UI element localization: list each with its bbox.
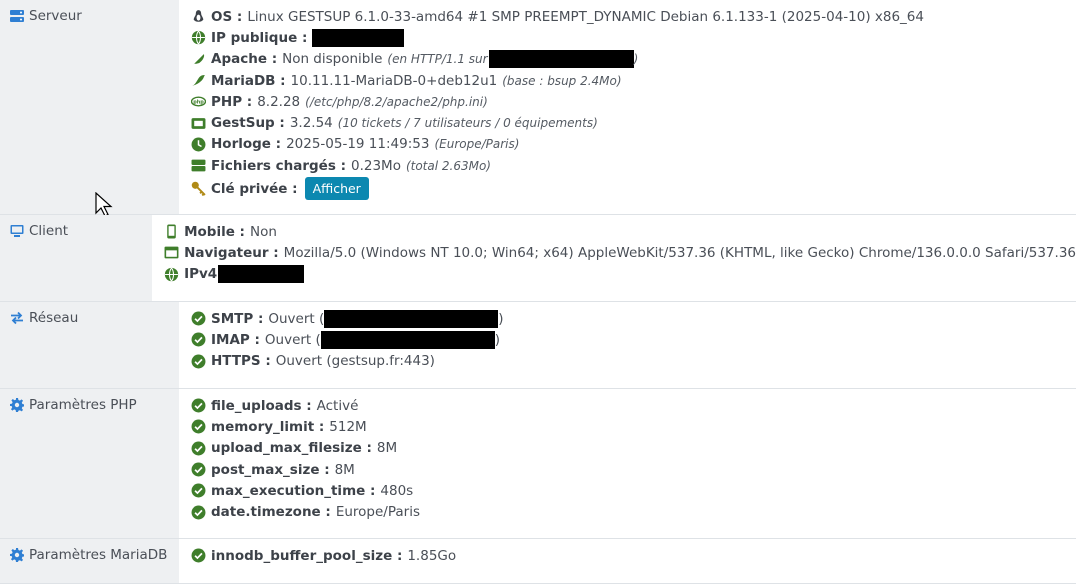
gear-icon — [10, 548, 24, 562]
info-horloge: Horloge : 2025-05-19 11:49:53 (Europe/Pa… — [191, 134, 1076, 155]
php-param-item: upload_max_filesize : 8M — [191, 438, 1076, 459]
clock-icon — [191, 137, 206, 152]
storage-icon — [191, 159, 206, 172]
php-param-item: date.timezone : Europe/Paris — [191, 501, 1076, 522]
check-circle-icon — [191, 483, 206, 498]
check-circle-icon — [191, 548, 206, 563]
section-title: Client — [29, 223, 69, 239]
redacted-ip — [312, 28, 405, 47]
section-title: Paramètres PHP — [29, 397, 137, 413]
php-param-item: file_uploads : Activé — [191, 395, 1076, 416]
section-serveur: Serveur OS : Linux GESTSUP 6.1.0-33-amd6… — [0, 0, 1076, 217]
check-circle-icon — [191, 398, 206, 413]
redacted-imap-host — [320, 330, 495, 349]
info-gestsup: GestSup : 3.2.54 (10 tickets / 7 utilisa… — [191, 112, 1076, 133]
section-label-serveur: Serveur — [0, 0, 179, 214]
php-param-item: max_execution_time : 480s — [191, 480, 1076, 501]
section-title: Réseau — [29, 310, 79, 326]
monitor-icon — [10, 225, 24, 237]
section-label-reseau: Réseau — [0, 302, 179, 388]
ticket-icon — [191, 117, 206, 129]
check-circle-icon — [191, 332, 206, 347]
section-label-mariadb: Paramètres MariaDB — [0, 539, 179, 583]
section-label-client: Client — [0, 215, 153, 301]
globe-icon — [191, 31, 206, 45]
info-navigateur: Navigateur : Mozilla/5.0 (Windows NT 10.… — [164, 242, 1076, 263]
info-mariadb: MariaDB : 10.11.11-MariaDB-0+deb12u1 (ba… — [191, 70, 1076, 91]
redacted-smtp-host — [324, 309, 499, 328]
check-circle-icon — [191, 311, 206, 326]
section-client: Client Mobile : Non Navigateur : Mozilla… — [0, 215, 1076, 302]
info-ipv4: IPv4 — [164, 264, 1076, 285]
info-cle-privee: Clé privée : Afficher — [191, 176, 1076, 201]
server-icon — [10, 10, 24, 22]
redacted-host — [488, 50, 634, 69]
info-https: HTTPS : Ouvert (gestsup.fr:443) — [191, 351, 1076, 372]
redacted-ipv4 — [218, 265, 305, 284]
php-param-item: post_max_size : 8M — [191, 459, 1076, 480]
check-circle-icon — [191, 441, 206, 456]
check-circle-icon — [191, 462, 206, 477]
globe-icon — [164, 267, 179, 282]
section-parametres-php: Paramètres PHP file_uploads : Activé mem… — [0, 389, 1076, 539]
section-title: Serveur — [29, 8, 82, 24]
linux-icon — [193, 10, 204, 22]
php-param-item: memory_limit : 512M — [191, 416, 1076, 437]
gear-icon — [10, 398, 24, 412]
info-ip-publique: IP publique : — [191, 27, 1076, 48]
section-title: Paramètres MariaDB — [29, 547, 168, 563]
info-smtp: SMTP : Ouvert () — [191, 308, 1076, 329]
check-circle-icon — [191, 505, 206, 520]
check-circle-icon — [191, 354, 206, 369]
exchange-arrows-icon — [11, 311, 23, 325]
mariadb-seal-icon — [192, 75, 205, 86]
browser-window-icon — [164, 247, 179, 259]
key-icon — [191, 182, 206, 197]
info-php: php PHP : 8.2.28 (/etc/php/8.2/apache2/p… — [191, 91, 1076, 112]
check-circle-icon — [191, 419, 206, 434]
section-reseau: Réseau SMTP : Ouvert () IMAP : Ouvert ()… — [0, 302, 1076, 389]
feather-icon — [192, 53, 205, 66]
info-imap: IMAP : Ouvert () — [191, 329, 1076, 350]
show-private-key-button[interactable]: Afficher — [304, 177, 369, 201]
svg-text:php: php — [193, 100, 204, 106]
info-os: OS : Linux GESTSUP 6.1.0-33-amd64 #1 SMP… — [191, 6, 1076, 27]
info-apache: Apache : Non disponible (en HTTP/1.1 sur… — [191, 49, 1076, 70]
section-label-php: Paramètres PHP — [0, 389, 179, 538]
php-icon: php — [191, 96, 206, 107]
mariadb-param-item: innodb_buffer_pool_size : 1.85Go — [191, 545, 1076, 566]
section-parametres-mariadb: Paramètres MariaDB innodb_buffer_pool_si… — [0, 539, 1076, 584]
info-fichiers: Fichiers chargés : 0.23Mo (total 2.63Mo) — [191, 155, 1076, 176]
info-mobile: Mobile : Non — [164, 221, 1076, 242]
mobile-icon — [167, 224, 176, 239]
